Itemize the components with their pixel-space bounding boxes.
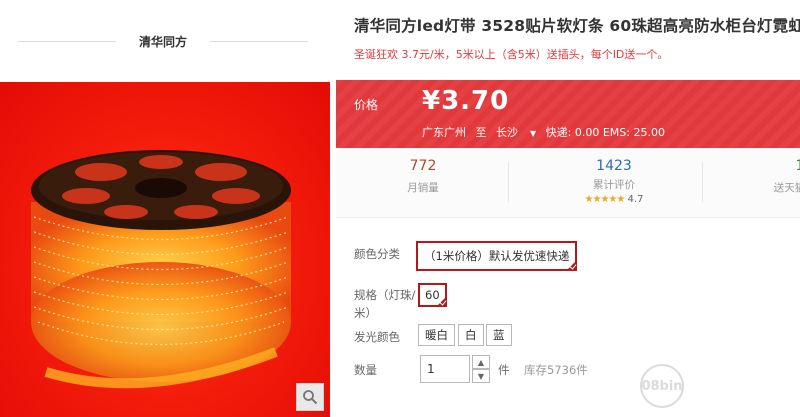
monthly-sales-value: 772: [409, 158, 437, 174]
monthly-sales-label: 月销量: [407, 182, 439, 194]
divider: [18, 41, 116, 42]
caret-down-icon[interactable]: ▼: [530, 129, 536, 138]
color-option-selected[interactable]: （1米价格）默认发优速快递: [416, 241, 578, 271]
light-option-white[interactable]: 白: [458, 324, 484, 346]
promo-subtitle: 圣诞狂欢 3.7元/米，5米以上（含5米）送插头，每个ID送一个。: [354, 48, 669, 61]
light-option-warm-white[interactable]: 暖白: [418, 324, 455, 346]
divider: [508, 162, 509, 202]
price-panel: 价格 ¥3.70 广东广州 至 长沙 ▼ 快递: 0.00 EMS: 25.00: [336, 80, 800, 148]
spec-label-line1: 规格（灯珠/: [354, 288, 416, 302]
checkmark-icon: [436, 297, 446, 306]
magnifier-icon: [303, 390, 318, 405]
store-name[interactable]: 清华同方: [116, 33, 210, 50]
spec-label-line2: 米）: [354, 306, 377, 320]
review-count[interactable]: 1423 累计评价 ★★★★★ 4.7: [554, 158, 674, 205]
tmall-points-label: 送天猫积分: [773, 182, 800, 194]
quantity-decrement-button[interactable]: ▼: [472, 369, 490, 383]
ship-destination-select[interactable]: 长沙: [496, 124, 524, 140]
spec-option-selected[interactable]: 60: [418, 283, 447, 307]
review-count-value: 1423: [596, 158, 632, 174]
caret-up-icon: ▲: [477, 357, 485, 367]
ship-to: 至: [475, 126, 487, 139]
zoom-button[interactable]: [296, 383, 324, 411]
watermark-circle-icon: 08bin: [640, 364, 684, 408]
stats-bar: 772 月销量 1423 累计评价 ★★★★★ 4.7 1 送天猫积分: [336, 148, 800, 218]
price-label: 价格: [354, 98, 379, 112]
product-details: 清华同方led灯带 3528贴片软灯条 60珠超高亮防水柜台灯霓虹灯 圣诞狂欢 …: [336, 0, 800, 417]
quantity-label: 数量: [354, 363, 377, 377]
shipping-row: 广东广州 至 长沙 ▼ 快递: 0.00 EMS: 25.00: [422, 124, 671, 140]
review-count-label: 累计评价: [593, 179, 635, 191]
monthly-sales: 772 月销量: [380, 158, 466, 195]
quantity-input[interactable]: 1: [420, 355, 470, 383]
ship-origin: 广东广州: [422, 126, 466, 139]
product-image[interactable]: [0, 82, 330, 417]
caret-down-icon: ▼: [477, 371, 485, 381]
tmall-points: 1 送天猫积分: [770, 158, 800, 195]
light-option-blue[interactable]: 蓝: [486, 324, 512, 346]
watermark-logo: 08bin: [640, 356, 800, 416]
divider: [210, 41, 308, 42]
star-rating-icon: ★★★★★: [584, 194, 626, 205]
quantity-unit: 件: [498, 363, 510, 377]
rating-value: 4.7: [627, 194, 644, 205]
divider: [702, 162, 703, 202]
spec-label: 规格（灯珠/ 米）: [354, 287, 415, 321]
color-label: 颜色分类: [354, 247, 400, 261]
rating: ★★★★★ 4.7: [554, 194, 674, 205]
quantity-increment-button[interactable]: ▲: [472, 355, 490, 369]
price-value: ¥3.70: [422, 86, 510, 116]
shipping-fee: 快递: 0.00 EMS: 25.00: [545, 126, 665, 139]
light-option-text: 暖白: [425, 328, 448, 342]
checkmark-icon: [567, 261, 577, 270]
tmall-points-value: 1: [795, 158, 800, 174]
led-strip-reel-image: [31, 150, 291, 389]
product-title: 清华同方led灯带 3528贴片软灯条 60珠超高亮防水柜台灯霓虹灯: [354, 17, 800, 35]
color-option-text: （1米价格）默认发优速快递: [424, 249, 570, 263]
stock-count: 库存5736件: [524, 363, 588, 377]
light-option-text: 白: [465, 328, 477, 342]
store-header: 清华同方: [0, 0, 330, 82]
light-option-text: 蓝: [493, 328, 505, 342]
watermark-text: 08bin: [641, 378, 683, 394]
ship-destination: 长沙: [496, 126, 518, 139]
light-color-label: 发光颜色: [354, 330, 400, 344]
